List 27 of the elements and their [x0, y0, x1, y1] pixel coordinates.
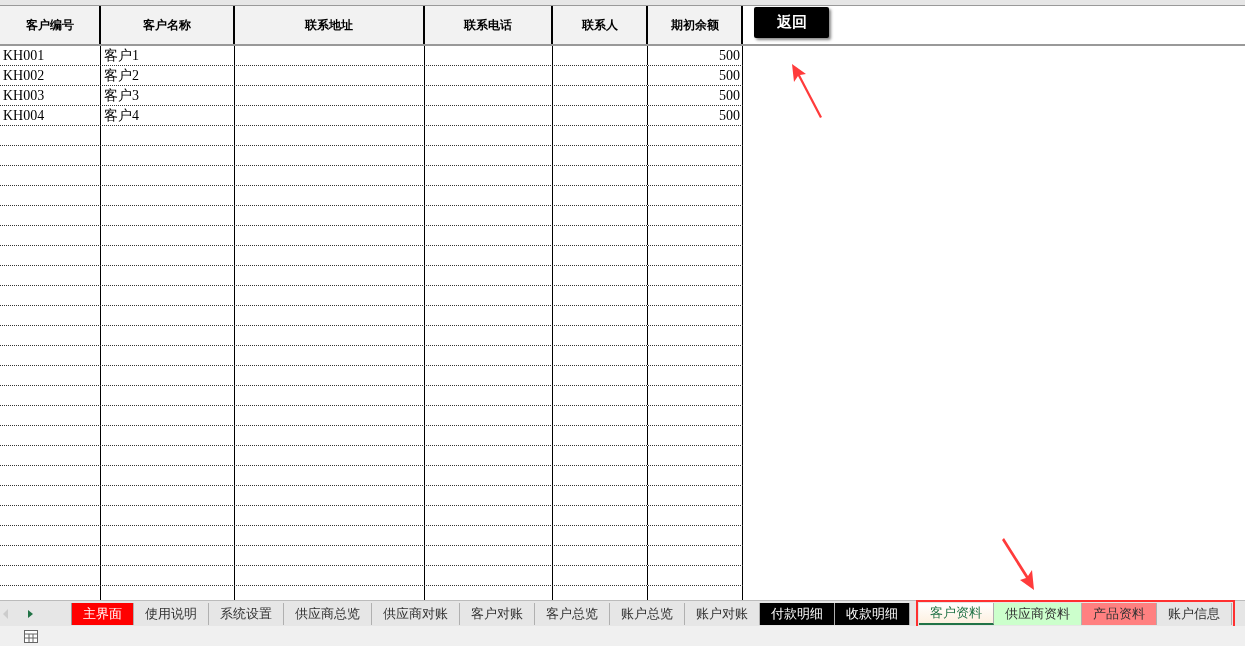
sheet-tab[interactable]: 主界面 [72, 602, 134, 625]
sheet-tab[interactable]: 付款明细 [760, 602, 835, 625]
table-cell: KH002 [3, 68, 45, 83]
sheet-tab[interactable]: 供应商资料 [994, 602, 1082, 625]
column-header: 客户名称 [101, 6, 235, 44]
sheet-tab[interactable]: 产品资料 [1082, 602, 1157, 625]
table-cell: 客户3 [104, 88, 139, 103]
back-button[interactable]: 返回 [754, 7, 829, 38]
table-cell: KH003 [3, 88, 45, 103]
table-cell: 客户1 [104, 48, 139, 63]
table-cell: KH001 [3, 48, 45, 63]
table-cell: 500 [719, 68, 740, 83]
table-cell: KH004 [3, 108, 45, 123]
column-header: 联系电话 [425, 6, 553, 44]
sheet-tab[interactable]: 收款明细 [835, 602, 910, 625]
table-cell: 500 [719, 88, 740, 103]
sheet-tab[interactable]: 客户资料 [919, 602, 994, 625]
page-layout-icon[interactable] [24, 629, 38, 643]
column-header: 期初余额 [648, 6, 743, 44]
scroll-right-icon[interactable] [28, 609, 33, 618]
column-header: 联系地址 [235, 6, 425, 44]
table-cell: 500 [719, 108, 740, 123]
column-header: 联系人 [553, 6, 648, 44]
table-cell: 500 [719, 48, 740, 63]
table-cell: 客户4 [104, 108, 139, 123]
table-cell: 客户2 [104, 68, 139, 83]
column-header: 客户编号 [0, 6, 101, 44]
